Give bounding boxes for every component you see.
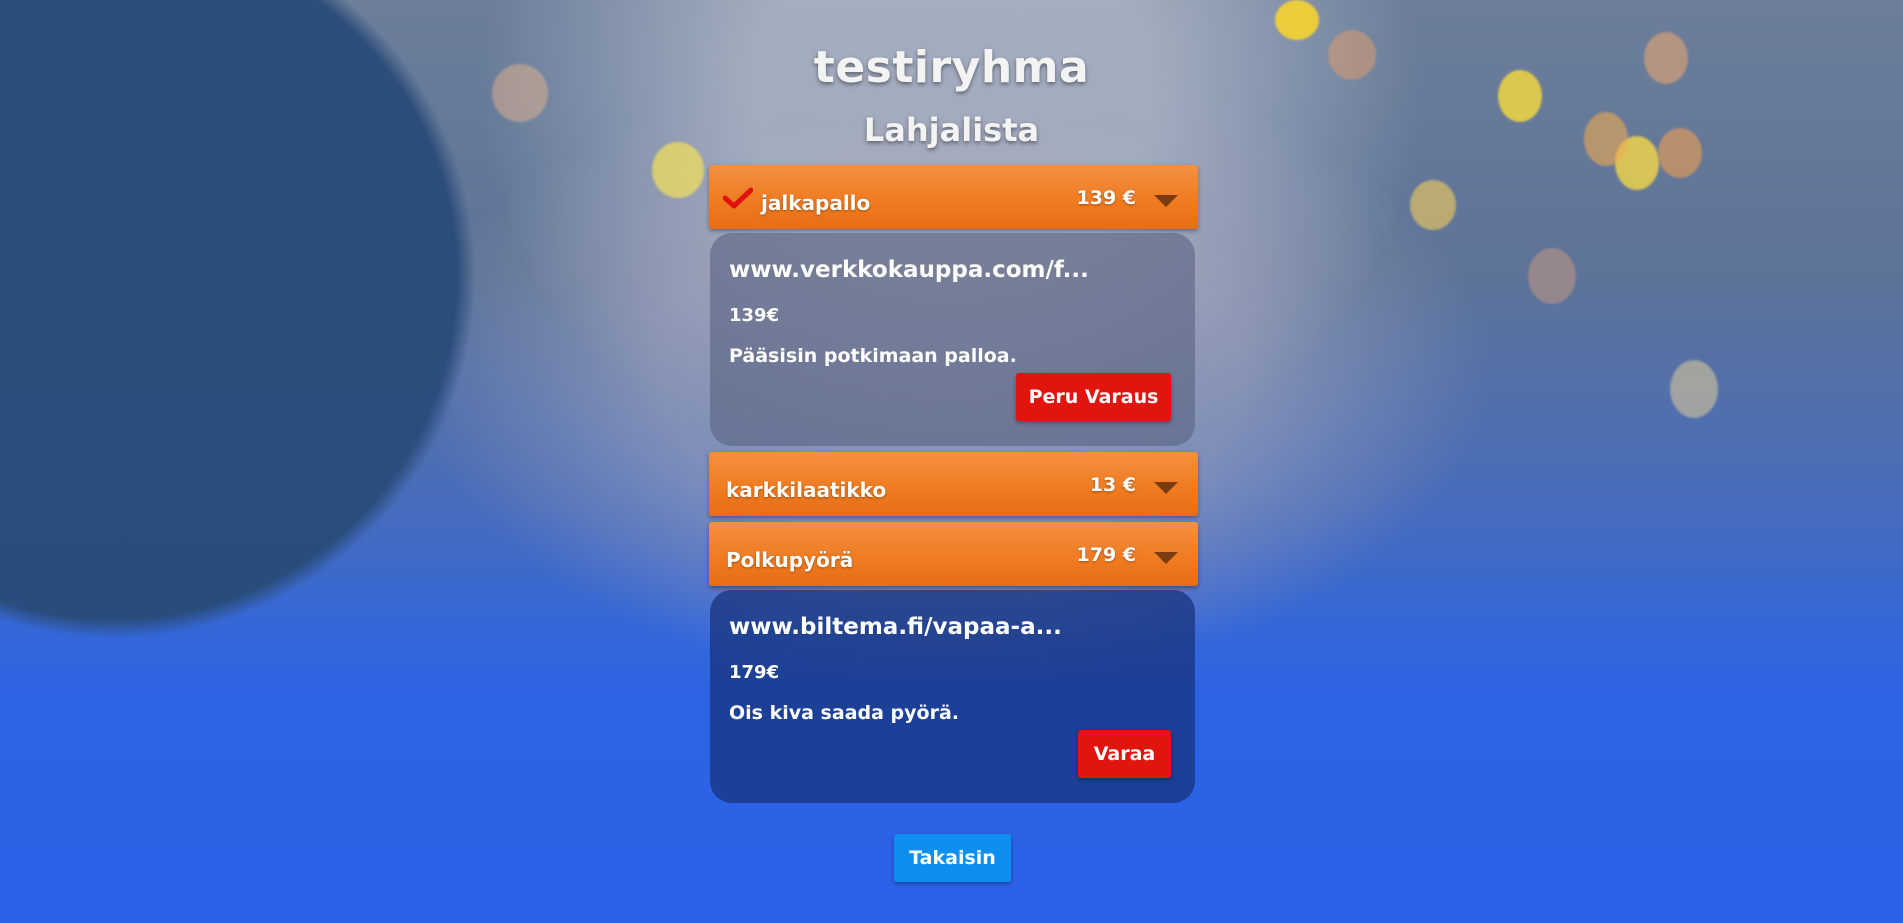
group-name-heading: testiryhma: [813, 42, 1090, 93]
gift-item-name: jalkapallo: [761, 191, 871, 215]
gift-list-title: Lahjalista: [863, 111, 1040, 149]
gift-item-details: www.verkkokauppa.com/f... 139€ Pääsisin …: [710, 233, 1195, 446]
gift-item-header[interactable]: karkkilaatikko 13 €: [709, 452, 1198, 516]
gift-item-detail-price: 139€: [729, 305, 780, 326]
gift-item-detail-price: 179€: [729, 662, 780, 683]
gift-item-name: Polkupyörä: [726, 548, 854, 572]
gift-item-details: www.biltema.fi/vapaa-a... 179€ Ois kiva …: [710, 590, 1195, 803]
gift-item-header[interactable]: jalkapallo 139 €: [709, 165, 1198, 229]
gift-item-link[interactable]: www.verkkokauppa.com/f...: [729, 257, 1089, 283]
gift-item-description: Pääsisin potkimaan palloa.: [729, 345, 1017, 367]
gift-item-price: 139 €: [1076, 187, 1137, 209]
gift-item-link[interactable]: www.biltema.fi/vapaa-a...: [729, 614, 1062, 640]
caret-down-icon[interactable]: [1154, 482, 1178, 494]
cancel-reservation-button[interactable]: Peru Varaus: [1016, 373, 1171, 421]
gift-item-name: karkkilaatikko: [726, 478, 887, 502]
reserve-button[interactable]: Varaa: [1078, 730, 1171, 778]
gift-item-price: 179 €: [1076, 544, 1137, 566]
caret-down-icon[interactable]: [1154, 195, 1178, 207]
gift-item-description: Ois kiva saada pyörä.: [729, 702, 959, 724]
page-content: testiryhma Lahjalista jalkapallo 139 € w…: [0, 0, 1903, 923]
caret-down-icon[interactable]: [1154, 552, 1178, 564]
check-icon: [723, 187, 753, 209]
back-button[interactable]: Takaisin: [894, 834, 1011, 882]
gift-item-price: 13 €: [1089, 474, 1136, 496]
gift-item-header[interactable]: Polkupyörä 179 €: [709, 522, 1198, 586]
